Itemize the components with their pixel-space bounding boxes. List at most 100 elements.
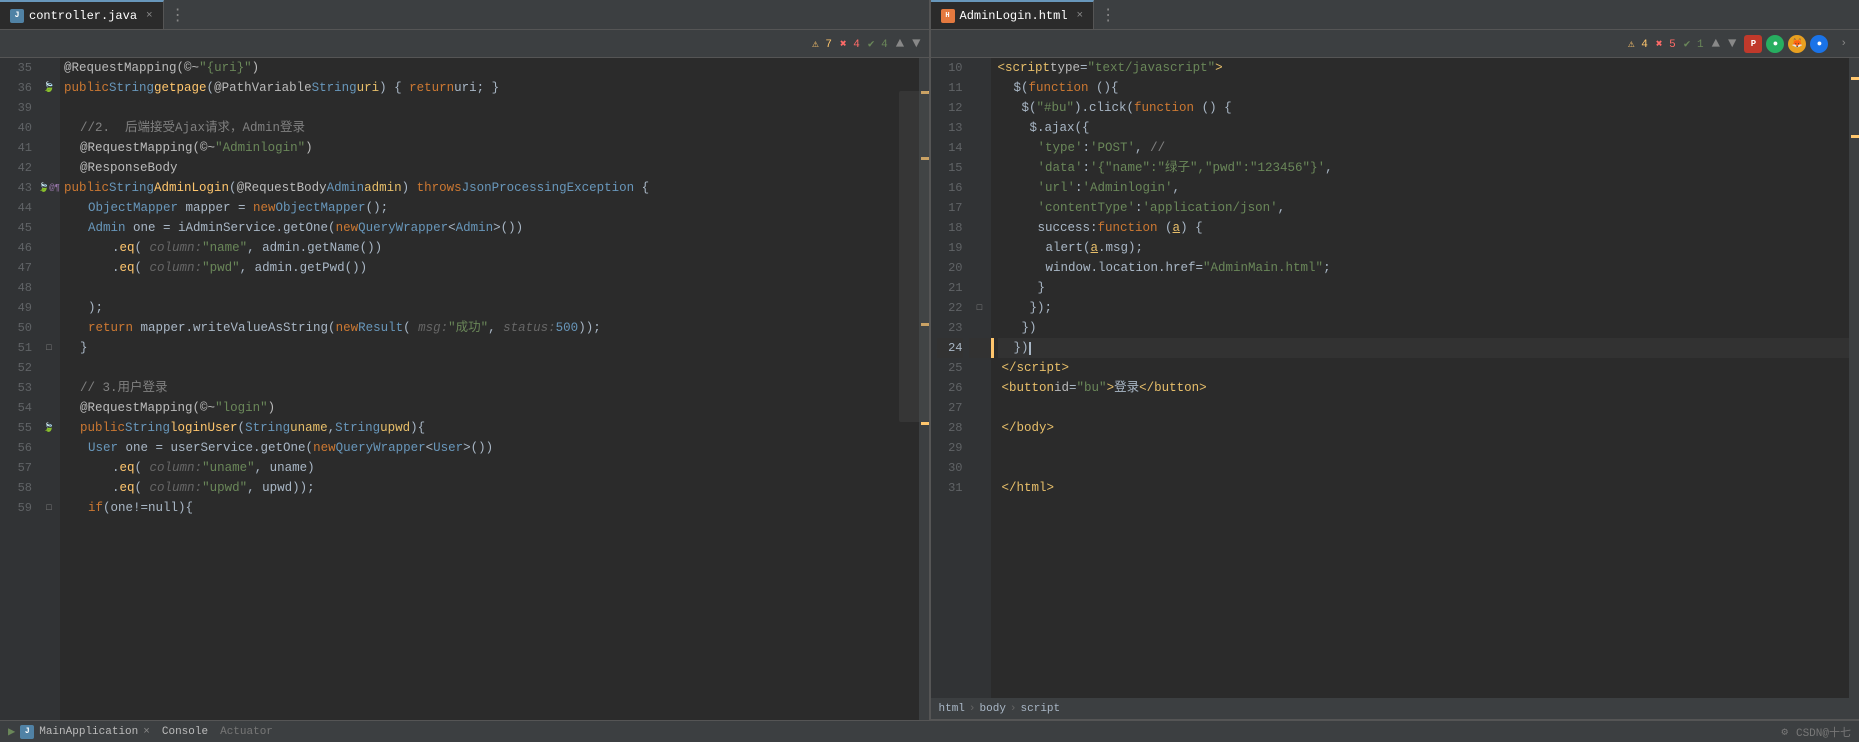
right-gutter-18 (969, 218, 991, 238)
code-line-53: // 3.用户登录 (64, 378, 919, 398)
code-line-59: if(one!=null){ (64, 498, 919, 518)
left-line-numbers: 35 36 39 40 41 42 43 44 45 46 47 48 49 5… (0, 58, 38, 720)
editors-container: ⚠ 7 ✖ 4 ✔ 4 ▲ ▼ 35 36 39 40 41 42 43 44 … (0, 30, 1859, 720)
gutter-51: □ (38, 338, 60, 358)
right-code-line-18: success:function (a) { (998, 218, 1850, 238)
right-gutter-13 (969, 118, 991, 138)
right-gutter-16 (969, 178, 991, 198)
gutter-40 (38, 118, 60, 138)
right-gutter-19 (969, 238, 991, 258)
run-close[interactable]: × (143, 726, 150, 738)
right-gutter-12 (969, 98, 991, 118)
run-icon: ▶ (8, 724, 15, 739)
right-warning-badge: ⚠ 4 (1628, 37, 1648, 51)
right-code-line-11: $(function (){ (998, 78, 1850, 98)
plugin-icon-2[interactable]: ● (1766, 35, 1784, 53)
breadcrumb-item-body[interactable]: body (980, 703, 1006, 715)
right-scroll-marker-1 (1851, 77, 1859, 80)
breadcrumb-bar: html › body › script (931, 698, 1859, 720)
csdn-watermark: CSDN@十七 (1796, 724, 1851, 740)
gutter-50 (38, 318, 60, 338)
code-line-56: User one = userService.getOne(new QueryW… (64, 438, 919, 458)
tab-controller-java[interactable]: J controller.java × (0, 0, 164, 29)
left-warning-badge: ⚠ 7 (812, 37, 832, 51)
right-error-badge: ✖ 5 (1656, 37, 1676, 51)
gutter-59: □ (38, 498, 60, 518)
right-edge-expand[interactable]: › (1836, 38, 1851, 50)
right-gutter-31 (969, 478, 991, 498)
gutter-44 (38, 198, 60, 218)
breadcrumb-item-script[interactable]: script (1021, 703, 1061, 715)
code-line-55: public String loginUser(String uname,Str… (64, 418, 919, 438)
gutter-57 (38, 458, 60, 478)
left-scrollbar[interactable] (919, 58, 929, 720)
right-nav-up[interactable]: ▲ (1712, 36, 1720, 52)
left-nav-up[interactable]: ▲ (896, 36, 904, 52)
right-scrollbar[interactable] (1849, 58, 1859, 698)
plugin-icon-3[interactable]: 🦊 (1788, 35, 1806, 53)
right-gutter-26 (969, 378, 991, 398)
tab-adminlogin-html[interactable]: H AdminLogin.html × (931, 0, 1095, 29)
tab-controller-java-close[interactable]: × (146, 10, 153, 22)
left-nav-down[interactable]: ▼ (912, 36, 920, 52)
code-line-39 (64, 98, 919, 118)
code-line-42: @ResponseBody (64, 158, 919, 178)
right-gutter-27 (969, 398, 991, 418)
scroll-marker-warn-4 (921, 422, 929, 425)
bottom-bar: ▶ J MainApplication × Console Actuator ⚙… (0, 720, 1859, 742)
gutter-58 (38, 478, 60, 498)
bottom-tab-console[interactable]: Console (162, 726, 208, 738)
gutter-54 (38, 398, 60, 418)
breadcrumb-item-html[interactable]: html (939, 703, 965, 715)
code-line-58: .eq( column: "upwd", upwd)); (64, 478, 919, 498)
plugin-icon-1[interactable]: P (1744, 35, 1762, 53)
code-line-44: ObjectMapper mapper = new ObjectMapper()… (64, 198, 919, 218)
gutter-49 (38, 298, 60, 318)
right-gutter-23 (969, 318, 991, 338)
bottom-tabs: Console Actuator (162, 726, 1769, 738)
right-code-area[interactable]: 10 11 12 13 14 15 16 17 18 19 20 21 22 2… (931, 58, 1859, 698)
right-code-line-27 (998, 398, 1850, 418)
left-code-area[interactable]: 35 36 39 40 41 42 43 44 45 46 47 48 49 5… (0, 58, 929, 720)
right-gutter-20 (969, 258, 991, 278)
gutter-42 (38, 158, 60, 178)
right-nav-down[interactable]: ▼ (1728, 36, 1736, 52)
right-gutter-17 (969, 198, 991, 218)
left-editor-pane: ⚠ 7 ✖ 4 ✔ 4 ▲ ▼ 35 36 39 40 41 42 43 44 … (0, 30, 931, 720)
tab-adminlogin-html-close[interactable]: × (1077, 10, 1084, 22)
code-line-46: .eq( column: "name", admin.getName()) (64, 238, 919, 258)
breadcrumb-sep-2: › (1010, 703, 1017, 715)
right-code-line-20: window.location.href="AdminMain.html"; (998, 258, 1850, 278)
run-indicator: ▶ J MainApplication × (8, 724, 150, 739)
right-code-line-19: alert(a.msg); (998, 238, 1850, 258)
code-line-47: .eq( column: "pwd", admin.getPwd()) (64, 258, 919, 278)
gear-icon[interactable]: ⚙ (1781, 725, 1788, 739)
right-gutter-29 (969, 438, 991, 458)
gutter-36: 🍃 (38, 78, 60, 98)
code-line-43: public String AdminLogin(@RequestBody Ad… (64, 178, 919, 198)
right-code-line-16: 'url':'Adminlogin', (998, 178, 1850, 198)
bottom-tab-actuator[interactable]: Actuator (220, 726, 273, 738)
code-line-45: Admin one = iAdminService.getOne(new Que… (64, 218, 919, 238)
gutter-48 (38, 278, 60, 298)
code-line-57: .eq( column: "uname", uname) (64, 458, 919, 478)
left-tab-more[interactable]: ⋮ (164, 5, 192, 25)
right-gutter-30 (969, 458, 991, 478)
code-line-52 (64, 358, 919, 378)
gutter-47 (38, 258, 60, 278)
right-editor-header: ⚠ 4 ✖ 5 ✔ 1 ▲ ▼ P ● 🦊 ● (931, 30, 1859, 58)
right-tab-more[interactable]: ⋮ (1094, 5, 1122, 25)
right-code-line-29 (998, 438, 1850, 458)
code-line-49: ); (64, 298, 919, 318)
tab-adminlogin-html-label: AdminLogin.html (960, 9, 1068, 23)
right-code-line-28: </body> (998, 418, 1850, 438)
gutter-43: 🍃@¶ (38, 178, 60, 198)
bottom-right: ⚙ CSDN@十七 (1781, 724, 1851, 740)
scroll-thumb[interactable] (899, 91, 929, 422)
plugin-icon-4[interactable]: ● (1810, 35, 1828, 53)
code-line-35: @RequestMapping(©~"{uri}") (64, 58, 919, 78)
right-gutter-25 (969, 358, 991, 378)
code-line-48 (64, 278, 919, 298)
left-error-badge: ✖ 4 (840, 37, 860, 51)
breadcrumb-sep-1: › (969, 703, 976, 715)
